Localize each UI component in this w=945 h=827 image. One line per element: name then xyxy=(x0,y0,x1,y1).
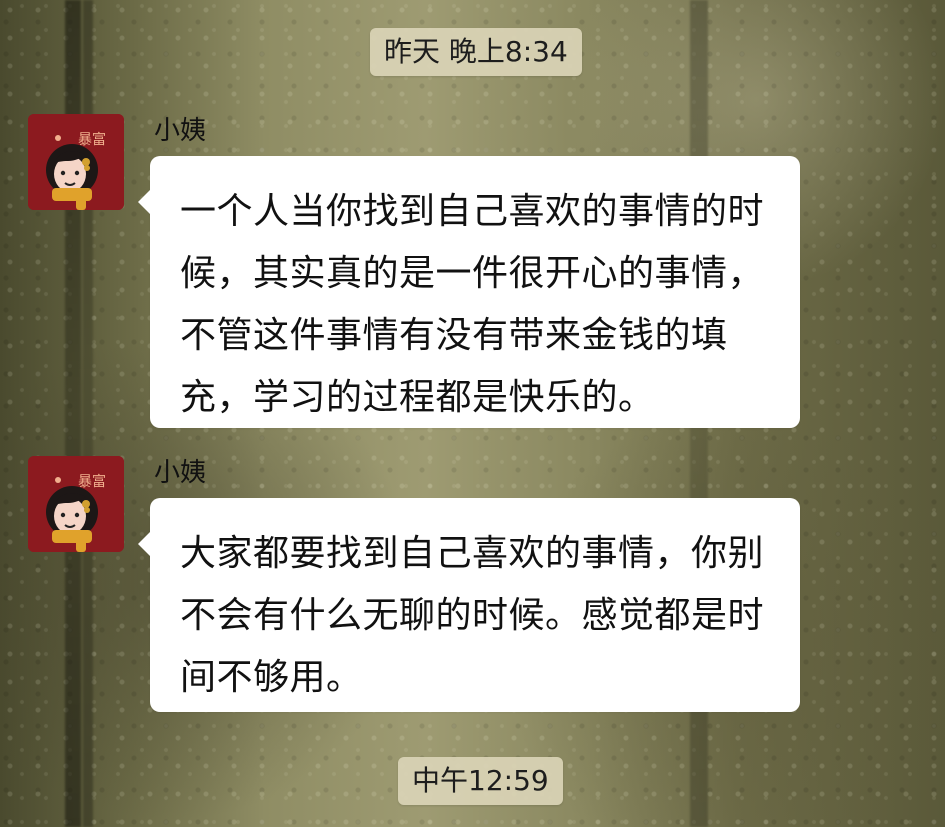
avatar[interactable]: 暴富 xyxy=(28,114,124,210)
timestamp-divider: 中午12:59 xyxy=(398,757,563,805)
cartoon-girl-avatar-icon: 暴富 xyxy=(28,114,124,210)
sender-name: 小姨 xyxy=(154,116,207,146)
avatar-fortune-text: 暴富 xyxy=(78,473,106,490)
cartoon-girl-avatar-icon: 暴富 xyxy=(28,456,124,552)
avatar-fortune-text: 暴富 xyxy=(78,131,106,148)
message-bubble[interactable]: 一个人当你找到自己喜欢的事情的时候，其实真的是一件很开心的事情，不管这件事情有没… xyxy=(138,156,800,428)
message-bubble[interactable]: 大家都要找到自己喜欢的事情，你别不会有什么无聊的时候。感觉都是时间不够用。 xyxy=(138,498,800,712)
timestamp-divider: 昨天 晚上8:34 xyxy=(370,28,582,76)
avatar[interactable]: 暴富 xyxy=(28,456,124,552)
sender-name: 小姨 xyxy=(154,458,207,488)
